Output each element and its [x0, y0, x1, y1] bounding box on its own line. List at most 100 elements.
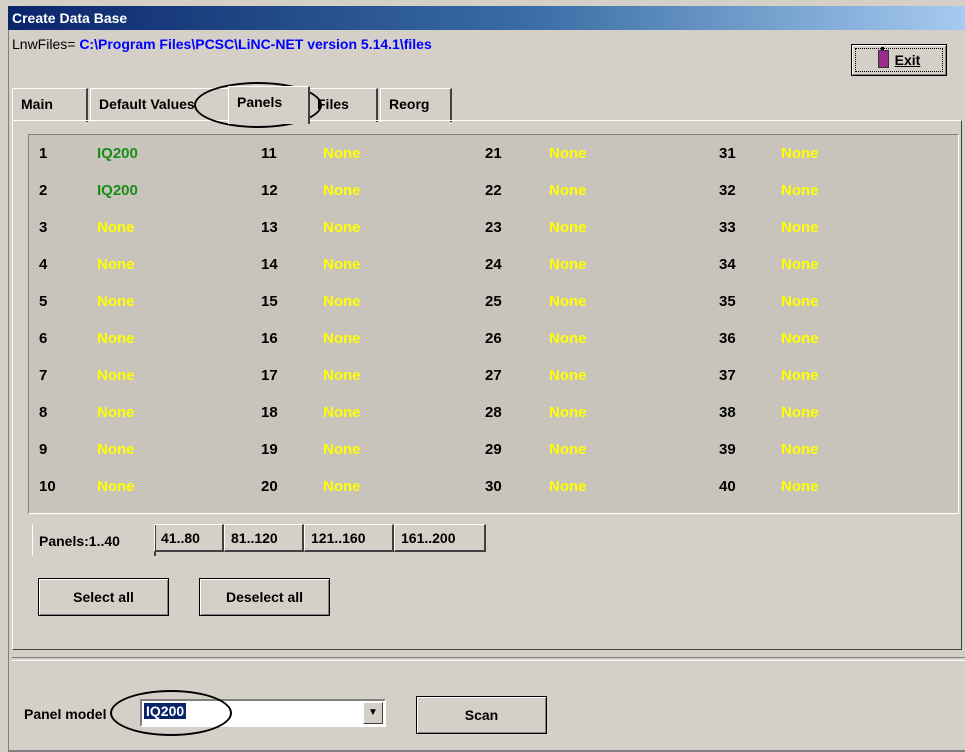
panel-model-entry[interactable]: None: [781, 478, 819, 495]
panel-model-entry[interactable]: None: [323, 330, 361, 347]
panel-number: 11: [261, 145, 277, 162]
panel-model-entry[interactable]: None: [549, 293, 587, 310]
panel-number: 34: [719, 256, 736, 273]
panel-model-entry[interactable]: None: [549, 441, 587, 458]
panel-number: 7: [39, 367, 48, 384]
deselect-all-button[interactable]: Deselect all: [199, 578, 330, 616]
panel-number: 6: [39, 330, 48, 347]
panel-number: 27: [485, 367, 502, 384]
panel-number: 31: [719, 145, 736, 162]
panel-model-entry[interactable]: None: [97, 293, 135, 310]
panel-number: 40: [719, 478, 736, 495]
page-tab-41-80[interactable]: 41..80: [154, 524, 224, 552]
page-tab-121-160[interactable]: 121..160: [304, 524, 394, 552]
panel-number: 9: [39, 441, 48, 458]
panel-model-entry[interactable]: None: [549, 219, 587, 236]
panel-model-entry[interactable]: None: [323, 182, 361, 199]
select-all-button[interactable]: Select all: [38, 578, 169, 616]
window-left-border: [8, 30, 9, 752]
panel-model-entry[interactable]: None: [549, 404, 587, 421]
panel-model-entry[interactable]: None: [781, 441, 819, 458]
panel-number: 35: [719, 293, 736, 310]
panel-number: 3: [39, 219, 48, 236]
panel-number: 5: [39, 293, 48, 310]
panel-model-entry[interactable]: None: [323, 293, 361, 310]
panel-number: 13: [261, 219, 278, 236]
tab-panels[interactable]: Panels: [228, 86, 310, 124]
tab-main-label: Main: [21, 96, 53, 112]
panel-number: 1: [39, 145, 48, 162]
panel-model-entry[interactable]: IQ200: [97, 182, 138, 199]
panel-number: 28: [485, 404, 502, 421]
panel-number: 22: [485, 182, 502, 199]
panel-model-entry[interactable]: None: [97, 256, 135, 273]
panel-model-entry[interactable]: None: [549, 256, 587, 273]
panel-number: 32: [719, 182, 736, 199]
panel-number: 2: [39, 182, 48, 199]
panel-model-entry[interactable]: None: [323, 441, 361, 458]
panel-number: 4: [39, 256, 48, 273]
section-divider: [12, 657, 965, 661]
page-tab-81-120[interactable]: 81..120: [224, 524, 304, 552]
panel-model-entry[interactable]: None: [549, 330, 587, 347]
panel-model-entry[interactable]: None: [97, 219, 135, 236]
panel-number: 37: [719, 367, 736, 384]
scan-label: Scan: [464, 707, 499, 723]
tab-default-values-label: Default Values: [99, 96, 195, 112]
page-tab-161-200-label: 161..200: [401, 530, 456, 546]
scan-button[interactable]: Scan: [416, 696, 547, 734]
panel-number: 15: [261, 293, 278, 310]
panel-model-entry[interactable]: None: [323, 478, 361, 495]
panel-number: 10: [39, 478, 56, 495]
tab-reorg-label: Reorg: [389, 96, 430, 112]
panel-model-entry[interactable]: None: [97, 478, 135, 495]
panel-model-entry[interactable]: None: [97, 367, 135, 384]
panel-model-entry[interactable]: None: [549, 182, 587, 199]
page-tab-1-40[interactable]: Panels:1..40: [32, 524, 156, 556]
window-title-bar: Create Data Base: [8, 6, 965, 30]
path-value: C:\Program Files\PCSC\LiNC-NET version 5…: [79, 36, 432, 52]
panel-model-entry[interactable]: None: [549, 145, 587, 162]
path-label: LnwFiles=: [12, 36, 76, 52]
tab-main[interactable]: Main: [12, 88, 88, 122]
panel-number: 21: [485, 145, 502, 162]
panel-number: 14: [261, 256, 278, 273]
chevron-down-icon[interactable]: ▼: [363, 702, 383, 724]
exit-button[interactable]: Exit: [851, 44, 947, 76]
panel-model-entry[interactable]: None: [781, 256, 819, 273]
panel-number: 19: [261, 441, 278, 458]
panel-model-entry[interactable]: None: [781, 182, 819, 199]
tab-reorg[interactable]: Reorg: [380, 88, 452, 122]
page-tab-121-160-label: 121..160: [311, 530, 366, 546]
panel-number: 25: [485, 293, 502, 310]
panel-grid: 1 IQ200 2 IQ200 3 None 4 None 5 None 6 None 7 None 8 No…: [28, 134, 959, 514]
panel-model-entry[interactable]: None: [549, 478, 587, 495]
panel-model-entry[interactable]: None: [323, 256, 361, 273]
panel-model-entry[interactable]: IQ200: [97, 145, 138, 162]
panel-number: 33: [719, 219, 736, 236]
panel-model-entry[interactable]: None: [549, 367, 587, 384]
panel-model-entry[interactable]: None: [781, 219, 819, 236]
panel-model-entry[interactable]: None: [323, 367, 361, 384]
panel-model-entry[interactable]: None: [781, 330, 819, 347]
panel-model-entry[interactable]: None: [781, 293, 819, 310]
panel-number: 26: [485, 330, 502, 347]
page-tab-161-200[interactable]: 161..200: [394, 524, 486, 552]
panel-model-entry[interactable]: None: [781, 404, 819, 421]
panel-model-entry[interactable]: None: [97, 404, 135, 421]
panel-model-entry[interactable]: None: [781, 367, 819, 384]
deselect-all-label: Deselect all: [225, 589, 304, 605]
panel-model-entry[interactable]: None: [323, 404, 361, 421]
panel-number: 38: [719, 404, 736, 421]
panel-model-entry[interactable]: None: [781, 145, 819, 162]
panel-model-label: Panel model: [24, 706, 107, 722]
panel-model-entry[interactable]: None: [323, 219, 361, 236]
page-tab-1-40-label: Panels:1..40: [39, 533, 120, 549]
panel-model-entry[interactable]: None: [323, 145, 361, 162]
panel-model-entry[interactable]: None: [97, 330, 135, 347]
panel-model-entry[interactable]: None: [97, 441, 135, 458]
tab-panels-label: Panels: [237, 94, 283, 110]
page-tab-41-80-label: 41..80: [161, 530, 200, 546]
panel-number: 17: [261, 367, 278, 384]
page-tab-81-120-label: 81..120: [231, 530, 278, 546]
